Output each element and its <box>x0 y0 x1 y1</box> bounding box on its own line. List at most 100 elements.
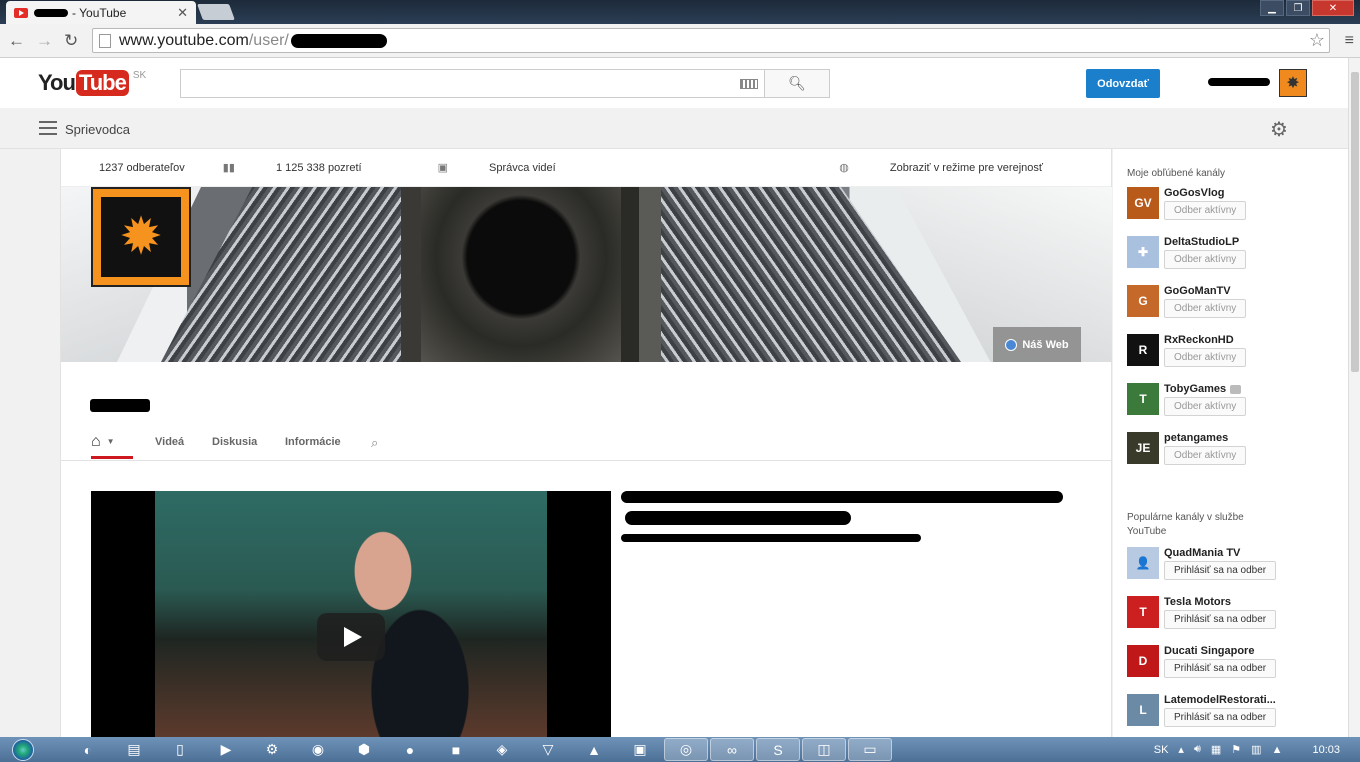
taskbar-app-icon[interactable]: ◉ <box>296 738 340 761</box>
minimize-icon[interactable]: ▁ <box>1260 0 1284 16</box>
start-button[interactable] <box>6 737 40 762</box>
channel-thumb[interactable]: R <box>1127 334 1159 366</box>
taskbar-app-icon[interactable]: ▽ <box>526 738 570 761</box>
taskbar-app-icon[interactable]: ▲ <box>572 738 616 761</box>
channel-search-icon[interactable]: ⌕ <box>371 435 378 451</box>
channel-name[interactable]: petangames <box>1164 432 1288 444</box>
popular-list: 👤 QuadMania TV Prihlásiť sa na odber T Tesla… <box>1127 547 1348 743</box>
play-button[interactable] <box>317 613 385 661</box>
search-button[interactable]: 🔍︎ <box>764 69 830 98</box>
flag-icon[interactable]: ⚑ <box>1231 743 1241 756</box>
channel-avatar[interactable]: ✹ <box>91 187 191 287</box>
tray-app-icon[interactable]: ▲ <box>1272 744 1283 756</box>
subscribe-button[interactable]: Prihlásiť sa na odber <box>1164 561 1277 580</box>
notepad-icon[interactable]: ▭ <box>848 738 892 761</box>
channel-thumb[interactable]: 👤 <box>1127 547 1159 579</box>
channel-thumb[interactable]: G <box>1127 285 1159 317</box>
back-arrow-icon[interactable]: ← <box>8 31 25 51</box>
address-bar[interactable]: www.youtube.com /user/ ☆ <box>92 28 1330 53</box>
channel-name[interactable]: RxReckonHD <box>1164 334 1288 346</box>
view-as-public-link[interactable]: ◍ Zobraziť v režime pre verejnosť <box>839 161 1081 174</box>
tab-videos[interactable]: Videá <box>155 436 184 448</box>
media-player-icon[interactable]: ▶ <box>204 738 248 761</box>
explorer-icon[interactable]: ▤ <box>112 738 156 761</box>
minecraft-icon[interactable]: ■ <box>434 738 478 761</box>
reload-icon[interactable]: ↻ <box>64 31 78 51</box>
taskbar-app-icon[interactable]: ▣ <box>618 738 662 761</box>
channel-name[interactable]: Ducati Singapore <box>1164 645 1288 657</box>
channel-thumb[interactable]: L <box>1127 694 1159 726</box>
guide-label[interactable]: Sprievodca <box>65 122 130 137</box>
close-window-icon[interactable]: ✕ <box>1312 0 1354 16</box>
subscribe-button[interactable]: Odber aktívny <box>1164 299 1247 318</box>
chevron-down-icon: ▼ <box>106 437 115 447</box>
subscribe-button[interactable]: Odber aktívny <box>1164 348 1247 367</box>
scrollbar-thumb[interactable] <box>1351 72 1359 372</box>
website-link[interactable]: Náš Web <box>993 327 1081 362</box>
volume-icon[interactable]: 🔊︎ <box>1194 743 1201 756</box>
taskbar-app-icon[interactable]: ● <box>388 738 432 761</box>
featured-video-player[interactable] <box>91 491 611 737</box>
channel-name[interactable]: GoGoManTV <box>1164 285 1288 297</box>
language-indicator[interactable]: SK <box>1154 744 1169 756</box>
channel-name[interactable]: TobyGames <box>1164 383 1288 395</box>
channel-name[interactable]: GoGosVlog <box>1164 187 1288 199</box>
tab-discussion[interactable]: Diskusia <box>212 436 257 448</box>
skype-icon[interactable]: S <box>756 738 800 761</box>
subscribe-button[interactable]: Odber aktívny <box>1164 446 1247 465</box>
channel-thumb[interactable]: ✚ <box>1127 236 1159 268</box>
gear-icon[interactable]: ⚙ <box>1270 117 1288 142</box>
subscribe-button[interactable]: Odber aktívny <box>1164 250 1247 269</box>
redacted-text <box>34 8 68 17</box>
subscriber-count: 1237 odberateľov <box>99 161 185 174</box>
network-icon[interactable]: ▦ <box>1211 743 1221 756</box>
tray-expand-icon[interactable]: ▴ <box>1178 743 1184 756</box>
tab-home[interactable]: ⌂ ▼ <box>91 433 133 459</box>
channel-name[interactable]: DeltaStudioLP <box>1164 236 1288 248</box>
chrome-icon[interactable]: ◎ <box>664 738 708 761</box>
channel-name[interactable]: LatemodelRestorati... <box>1164 694 1288 706</box>
home-icon: ⌂ <box>91 433 101 450</box>
subscribe-button[interactable]: Odber aktívny <box>1164 201 1247 220</box>
page-scrollbar[interactable] <box>1348 58 1360 738</box>
banner-art <box>421 187 621 362</box>
page-icon <box>99 33 111 48</box>
maximize-icon[interactable]: ❐ <box>1286 0 1310 16</box>
clock[interactable]: 10:03 <box>1312 744 1340 756</box>
subscribe-button[interactable]: Prihlásiť sa na odber <box>1164 659 1277 678</box>
account-avatar[interactable]: ✸ <box>1279 69 1307 97</box>
browser-tab[interactable]: - YouTube ✕ <box>6 1 196 24</box>
channel-thumb[interactable]: T <box>1127 596 1159 628</box>
taskbar-app-icon[interactable]: ▯ <box>158 738 202 761</box>
youtube-logo[interactable]: You Tube SK <box>38 70 146 96</box>
keyboard-icon[interactable] <box>740 79 758 89</box>
taskbar-app-icon[interactable]: ◈ <box>480 738 524 761</box>
upload-button[interactable]: Odovzdať <box>1086 69 1160 98</box>
video-manager-link[interactable]: ▣ Správca videí <box>438 161 594 174</box>
hamburger-menu-icon[interactable] <box>39 121 57 135</box>
channel-thumb[interactable]: T <box>1127 383 1159 415</box>
taskbar-app-icon[interactable]: ◐ <box>66 738 110 761</box>
channel-thumb[interactable]: JE <box>1127 432 1159 464</box>
forward-arrow-icon[interactable]: → <box>36 31 53 51</box>
taskbar-app-icon[interactable]: ◫ <box>802 738 846 761</box>
new-tab-button[interactable] <box>197 4 235 20</box>
taskbar-app-icon[interactable]: ⬢ <box>342 738 386 761</box>
tab-info[interactable]: Informácie <box>285 436 341 448</box>
browser-menu-icon[interactable]: ≡ <box>1345 32 1354 50</box>
subscribe-button[interactable]: Prihlásiť sa na odber <box>1164 610 1277 629</box>
channel-thumb[interactable]: D <box>1127 645 1159 677</box>
taskbar-app-icon[interactable]: ∞ <box>710 738 754 761</box>
subscribe-button[interactable]: Prihlásiť sa na odber <box>1164 708 1277 727</box>
channel-name[interactable]: QuadMania TV <box>1164 547 1288 559</box>
taskbar-app-icon[interactable]: ⚙ <box>250 738 294 761</box>
subscribe-button[interactable]: Odber aktívny <box>1164 397 1247 416</box>
channel-thumb[interactable]: GV <box>1127 187 1159 219</box>
channel-tabs: ⌂ ▼ Videá Diskusia Informácie ⌕ <box>61 425 1112 461</box>
browser-titlebar: - YouTube ✕ ▁ ❐ ✕ <box>0 0 1360 24</box>
close-tab-icon[interactable]: ✕ <box>177 5 188 21</box>
tray-app-icon[interactable]: ▥ <box>1251 743 1261 756</box>
channel-name[interactable]: Tesla Motors <box>1164 596 1288 608</box>
bookmark-star-icon[interactable]: ☆ <box>1309 30 1325 51</box>
search-input[interactable] <box>180 69 765 98</box>
